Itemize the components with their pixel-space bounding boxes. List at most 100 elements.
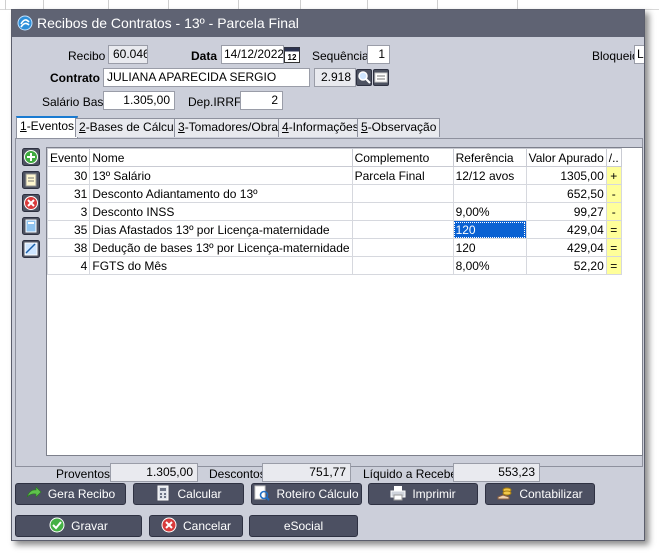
bloqueio-label: Bloqueio	[592, 49, 639, 63]
window-title: Recibos de Contratos - 13º - Parcela Fin…	[37, 15, 299, 31]
calcular-label: Calcular	[177, 487, 222, 501]
tab-observacao[interactable]: 5-Observação	[357, 118, 441, 137]
cell-complemento[interactable]	[351, 256, 454, 275]
cell-sinal[interactable]: =	[605, 238, 622, 257]
cell-valor[interactable]: 1305,00	[525, 166, 607, 185]
table-row[interactable]: 3 Desconto INSS 9,00% 99,27 -	[47, 202, 622, 221]
cell-referencia[interactable]	[452, 184, 527, 203]
cell-valor[interactable]: 52,20	[525, 256, 607, 275]
eventos-grid[interactable]: Evento Nome Complemento Referência Valor…	[46, 147, 643, 456]
cell-evento[interactable]: 3	[47, 202, 91, 221]
table-row[interactable]: 35 Dias Afastados 13º por Licença-matern…	[47, 220, 622, 239]
cell-valor[interactable]: 652,50	[525, 184, 607, 203]
table-row[interactable]: 30 13º Salário Parcela Final 12/12 avos …	[47, 166, 622, 185]
contract-card-button[interactable]	[373, 69, 389, 86]
cell-complemento[interactable]	[351, 238, 454, 257]
tab-informacoes[interactable]: 4-Informações	[278, 118, 363, 137]
cell-valor[interactable]: 429,04	[525, 238, 607, 257]
cell-complemento[interactable]	[351, 202, 454, 221]
calendar-icon[interactable]: 12	[284, 46, 300, 63]
add-event-icon[interactable]	[22, 148, 40, 166]
cell-referencia-selected[interactable]: 120	[452, 220, 527, 239]
cell-referencia[interactable]: 120	[452, 238, 527, 257]
proventos-label: Proventos	[56, 467, 111, 481]
delete-event-icon[interactable]	[22, 194, 40, 212]
cell-sinal[interactable]: -	[605, 202, 622, 221]
col-header-nome[interactable]: Nome	[89, 148, 353, 167]
liquido-label: Líquido a Receber	[363, 467, 462, 481]
calculator-icon	[157, 485, 169, 501]
recibo-field[interactable]: 60.046	[108, 45, 148, 64]
cell-sinal[interactable]: +	[605, 166, 622, 185]
table-row[interactable]: 31 Desconto Adiantamento do 13º 652,50 -	[47, 184, 622, 203]
cell-complemento[interactable]: Parcela Final	[351, 166, 454, 185]
tab-bases-calculo[interactable]: 2-Bases de Cálculo	[75, 118, 188, 137]
cell-referencia[interactable]: 9,00%	[452, 202, 527, 221]
cell-sinal[interactable]: =	[605, 220, 622, 239]
app-logo-icon	[17, 15, 33, 31]
col-header-complemento[interactable]: Complemento	[351, 148, 454, 167]
cell-valor[interactable]: 429,04	[525, 220, 607, 239]
cell-nome[interactable]: Dias Afastados 13º por Licença-maternida…	[89, 220, 353, 239]
cell-nome[interactable]: Desconto INSS	[89, 202, 353, 221]
gravar-button[interactable]: Gravar	[15, 515, 142, 537]
contabilizar-label: Contabilizar	[519, 487, 583, 501]
table-row[interactable]: 38 Dedução de bases 13º por Licença-mate…	[47, 238, 622, 257]
cell-nome[interactable]: 13º Salário	[89, 166, 353, 185]
contrato-code-field[interactable]: 2.918	[314, 68, 356, 87]
date-field[interactable]: 14/12/2022	[221, 45, 284, 64]
cell-evento[interactable]: 38	[47, 238, 91, 257]
arrow-forward-icon	[26, 486, 42, 498]
table-row[interactable]: 4 FGTS do Mês 8,00% 52,20 =	[47, 256, 622, 275]
edit-note-icon[interactable]	[22, 171, 40, 189]
col-header-sinal[interactable]: /..	[605, 148, 622, 167]
tab-bases-label: -Bases de Cálculo	[85, 120, 184, 134]
id-card-icon	[374, 72, 388, 83]
cell-nome[interactable]: FGTS do Mês	[89, 256, 353, 275]
cancel-icon	[161, 517, 177, 533]
bloqueio-field[interactable]: Li	[634, 45, 644, 64]
gera-recibo-button[interactable]: Gera Recibo	[15, 483, 126, 505]
tab-bases-key: 2	[79, 120, 86, 134]
cell-valor[interactable]: 99,27	[525, 202, 607, 221]
grid-header-row: Evento Nome Complemento Referência Valor…	[47, 148, 622, 167]
tab-eventos[interactable]: 1-Eventos	[16, 116, 79, 138]
cell-complemento[interactable]	[351, 184, 454, 203]
tab-informacoes-label: -Informações	[288, 120, 359, 134]
col-header-referencia[interactable]: Referência	[452, 148, 527, 167]
tab-tomadores-obras[interactable]: 3-Tomadores/Obras	[174, 118, 289, 137]
contrato-label: Contrato	[50, 71, 100, 85]
cell-sinal[interactable]: =	[605, 256, 622, 275]
cell-referencia[interactable]: 8,00%	[452, 256, 527, 275]
roteiro-calculo-button[interactable]: Roteiro Cálculo	[251, 483, 362, 505]
cell-evento[interactable]: 4	[47, 256, 91, 275]
cell-nome[interactable]: Desconto Adiantamento do 13º	[89, 184, 353, 203]
title-bar: Recibos de Contratos - 13º - Parcela Fin…	[12, 10, 644, 37]
contabilizar-button[interactable]: Contabilizar	[485, 483, 595, 505]
sequencia-field[interactable]: 1	[367, 45, 390, 64]
cell-complemento[interactable]	[351, 220, 454, 239]
tab-tomadores-key: 3	[178, 120, 185, 134]
esocial-button[interactable]: eSocial	[249, 515, 358, 537]
cell-evento[interactable]: 31	[47, 184, 91, 203]
imprimir-button[interactable]: Imprimir	[368, 483, 478, 505]
imprimir-label: Imprimir	[412, 487, 456, 501]
cell-evento[interactable]: 35	[47, 220, 91, 239]
cell-nome[interactable]: Dedução de bases 13º por Licença-materni…	[89, 238, 353, 257]
col-header-valor[interactable]: Valor Apurado	[525, 148, 607, 167]
cancelar-button[interactable]: Cancelar	[149, 515, 243, 537]
salario-base-field[interactable]: 1.305,00	[103, 91, 175, 110]
search-icon	[358, 71, 371, 84]
cell-sinal[interactable]: -	[605, 184, 622, 203]
gera-recibo-label: Gera Recibo	[47, 487, 116, 501]
search-contract-button[interactable]	[356, 69, 372, 86]
contrato-name-field[interactable]: JULIANA APARECIDA SERGIO	[103, 68, 310, 87]
chart-edit-icon[interactable]	[22, 240, 40, 258]
cell-referencia[interactable]: 12/12 avos	[452, 166, 527, 185]
descontos-field: 751,77	[262, 463, 351, 482]
col-header-evento[interactable]: Evento	[47, 148, 91, 167]
calculator-icon[interactable]	[22, 217, 40, 235]
dep-irrf-field[interactable]: 2	[240, 91, 283, 110]
calcular-button[interactable]: Calcular	[133, 483, 244, 505]
cell-evento[interactable]: 30	[47, 166, 91, 185]
